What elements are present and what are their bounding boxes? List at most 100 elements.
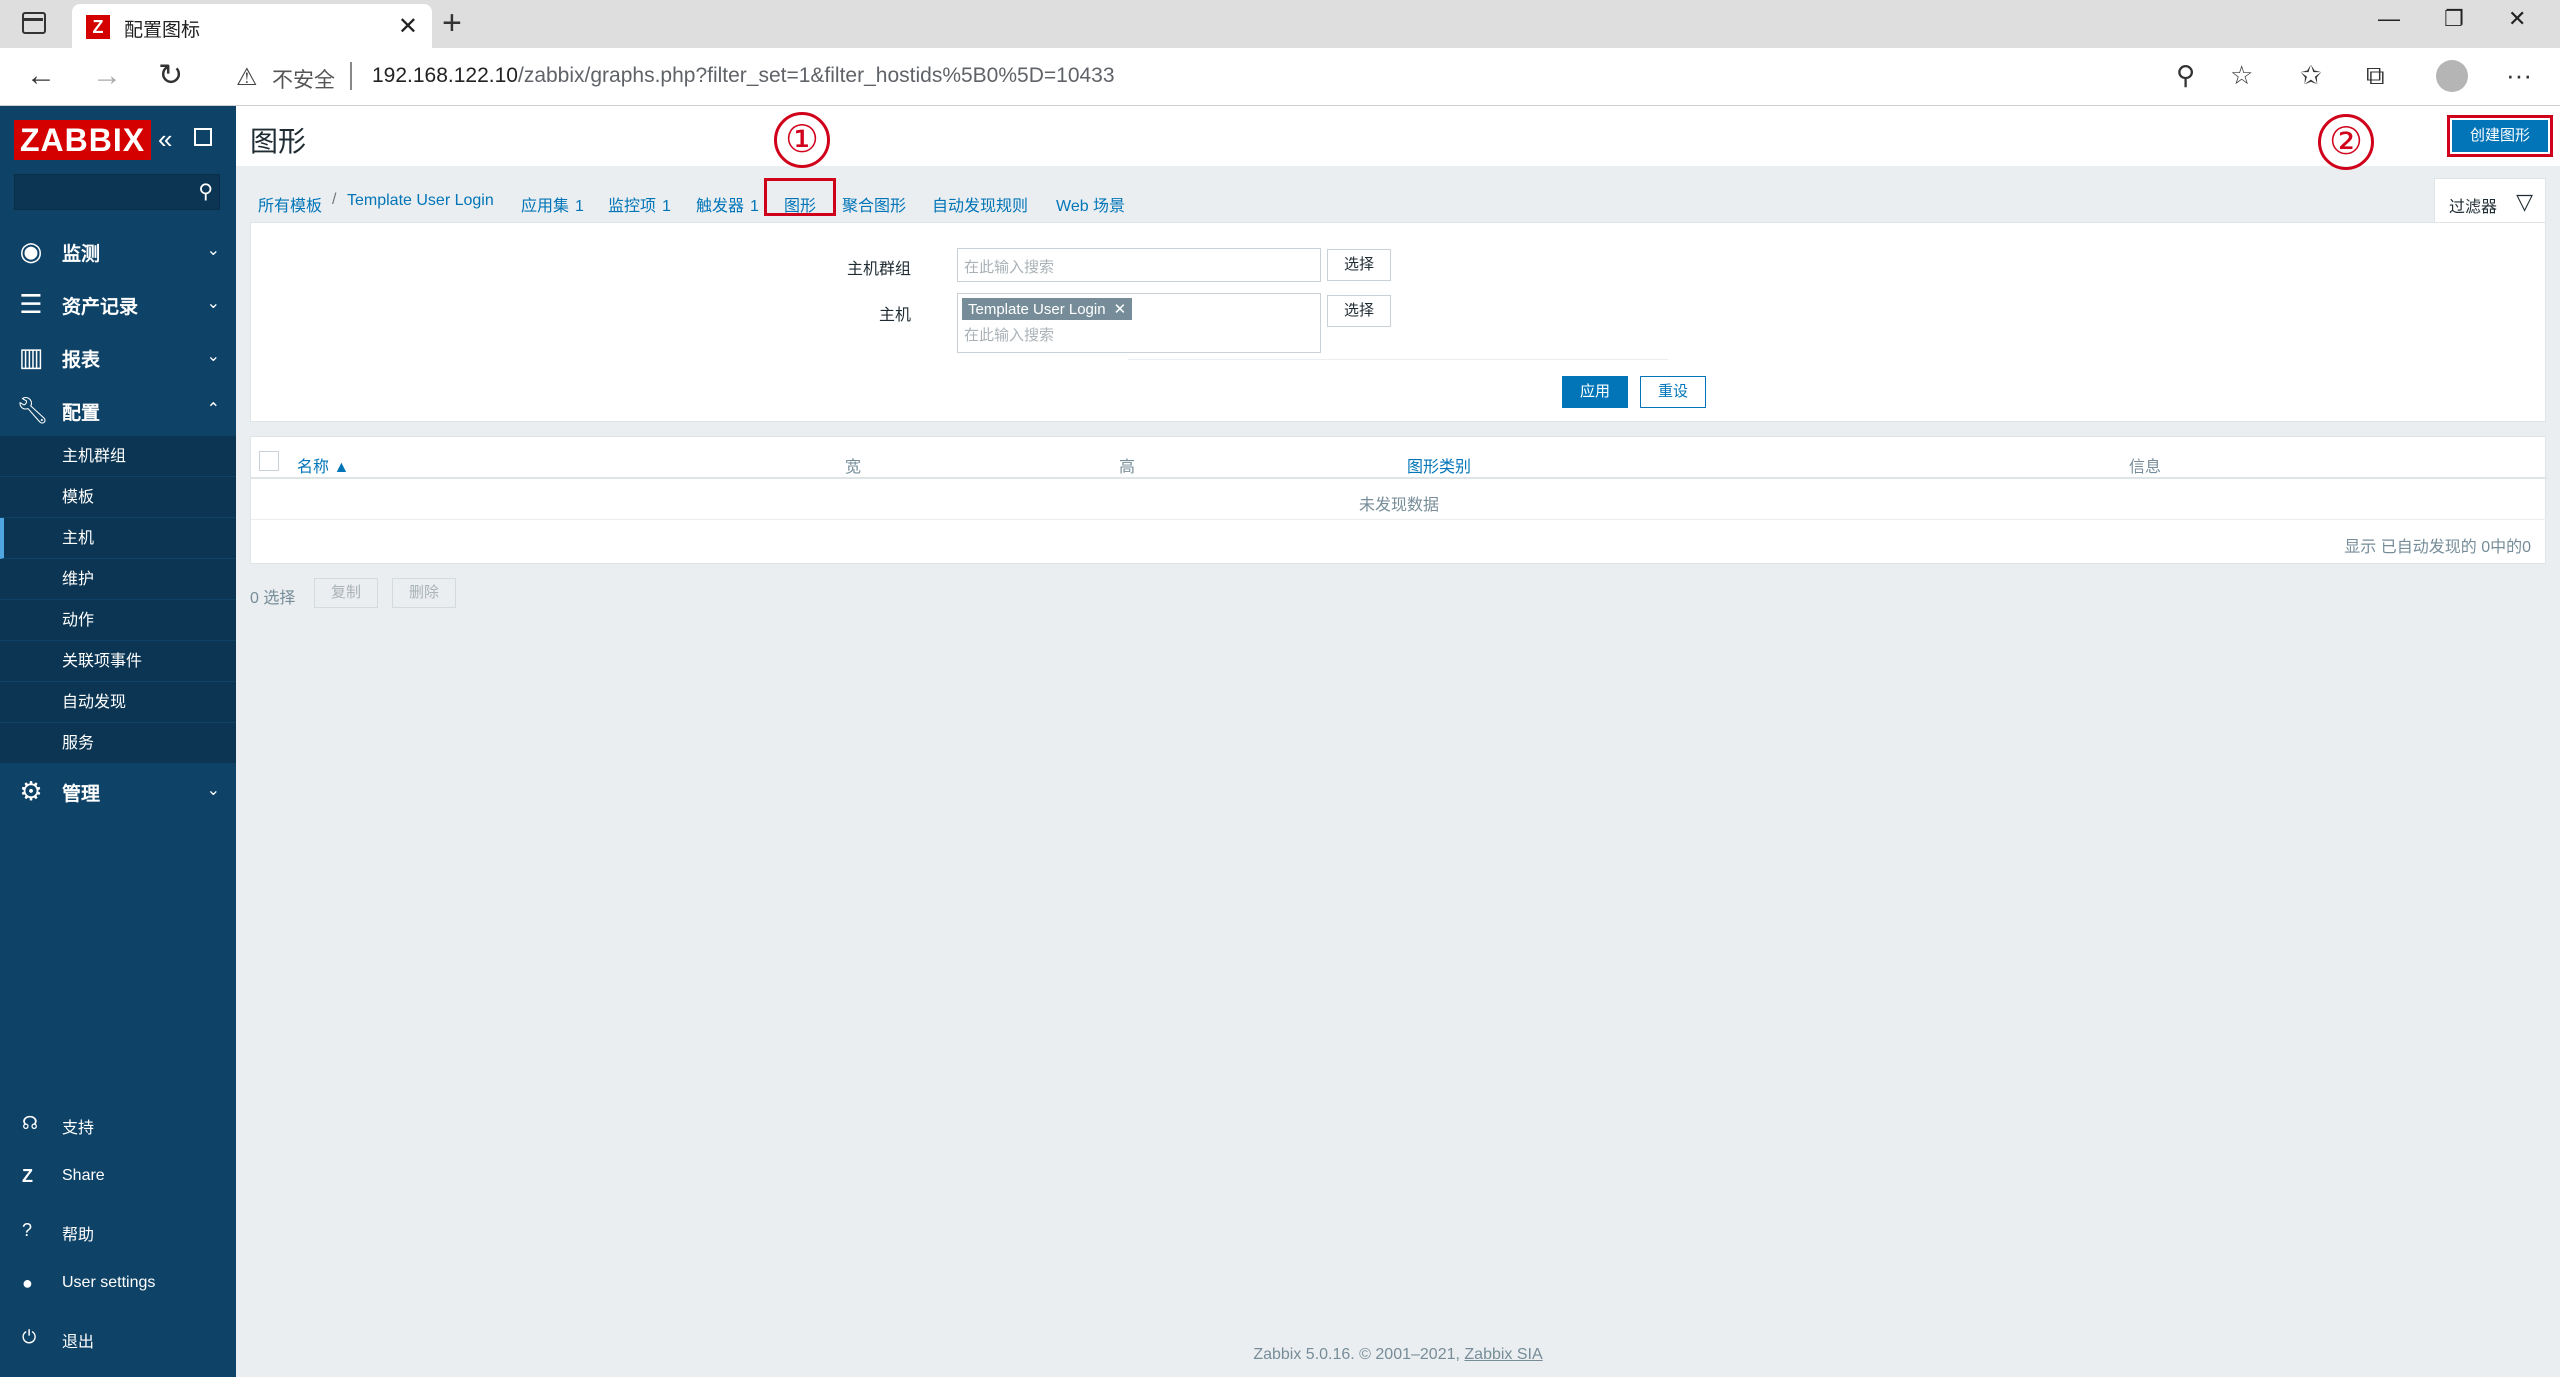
- sidebar-bottom-label: 帮助: [62, 1227, 95, 1244]
- sidebar-bottom-label: User settings: [62, 1274, 156, 1291]
- sidebar-signout[interactable]: ⏻ 退出: [0, 1317, 236, 1357]
- favorites-icon[interactable]: ✩: [2300, 60, 2322, 91]
- kiosk-mode-icon[interactable]: [194, 128, 212, 146]
- footer-link[interactable]: Zabbix SIA: [1464, 1346, 1542, 1363]
- eye-icon: ◉: [19, 236, 43, 266]
- url-host: 192.168.122.10: [372, 64, 518, 87]
- reset-button[interactable]: 重设: [1640, 376, 1706, 408]
- sidebar-share[interactable]: Z Share: [0, 1156, 236, 1196]
- collections-icon[interactable]: ⧉: [2366, 60, 2385, 92]
- column-width: 宽: [845, 459, 862, 476]
- graphs-table: 名称 ▲ 宽 高 图形类别 信息 未发现数据 显示 已自动发现的 0中的0: [250, 436, 2547, 564]
- menu-administration[interactable]: ⚙ 管理 ⌄: [0, 764, 236, 816]
- host-group-select-button[interactable]: 选择: [1327, 249, 1391, 281]
- browser-tab[interactable]: Z 配置图标 ✕: [72, 4, 432, 48]
- user-icon: ●: [22, 1273, 33, 1293]
- browser-tabbar: Z 配置图标 ✕ + — ❐ ✕: [0, 0, 2560, 48]
- tab-discovery-rules[interactable]: 自动发现规则: [932, 192, 1028, 216]
- tab-count: 1: [575, 198, 584, 215]
- gear-icon: ⚙: [19, 776, 43, 806]
- tab-web-scenarios[interactable]: Web 场景: [1056, 192, 1125, 216]
- submenu-actions[interactable]: 动作: [0, 600, 236, 641]
- menu-reports[interactable]: ▥ 报表 ⌄: [0, 330, 236, 382]
- zabbix-logo[interactable]: ZABBIX: [14, 120, 152, 160]
- warning-icon[interactable]: ⚠: [236, 63, 258, 92]
- menu-label: 资产记录: [62, 297, 139, 318]
- minimize-icon[interactable]: —: [2378, 6, 2400, 32]
- submenu-maintenance[interactable]: 维护: [0, 559, 236, 600]
- tab-label: 触发器: [696, 198, 745, 215]
- forward-icon[interactable]: →: [92, 58, 122, 94]
- submenu-host-groups[interactable]: 主机群组: [0, 436, 236, 477]
- sidebar-help[interactable]: ? 帮助: [0, 1210, 236, 1250]
- create-button-highlight: [2447, 115, 2553, 157]
- configuration-submenu: 主机群组 模板 主机 维护 动作 关联项事件 自动发现 服务: [0, 436, 236, 764]
- share-z-icon: Z: [22, 1166, 33, 1186]
- tab-actions-icon[interactable]: [22, 12, 46, 34]
- profile-avatar-icon[interactable]: [2436, 60, 2468, 92]
- sidebar-bottom-label: 支持: [62, 1120, 95, 1137]
- filter-funnel-icon: ▽: [2516, 189, 2533, 214]
- crumb-all-templates[interactable]: 所有模板: [258, 192, 322, 216]
- submenu-templates[interactable]: 模板: [0, 477, 236, 518]
- crumb-separator: /: [332, 191, 337, 208]
- sidebar-bottom-label: Share: [62, 1167, 105, 1184]
- submenu-services[interactable]: 服务: [0, 723, 236, 764]
- submenu-discovery[interactable]: 自动发现: [0, 682, 236, 723]
- copy-button[interactable]: 复制: [314, 578, 378, 608]
- tab-title: 配置图标: [124, 20, 201, 41]
- restore-icon[interactable]: ❐: [2444, 6, 2464, 32]
- select-all-checkbox[interactable]: [259, 451, 279, 471]
- host-group-placeholder: 在此输入搜索: [964, 259, 1055, 276]
- sidebar-user-settings[interactable]: ● User settings: [0, 1263, 236, 1303]
- zoom-icon[interactable]: ⚲: [2176, 60, 2195, 91]
- tab-applications[interactable]: 应用集 1: [521, 192, 584, 216]
- sidebar-bottom-label: 退出: [62, 1334, 95, 1351]
- footer-text: Zabbix 5.0.16. © 2001–2021,: [1253, 1346, 1465, 1363]
- filter-tab[interactable]: 过滤器 ▽: [2434, 178, 2546, 222]
- list-icon: ☰: [19, 289, 43, 319]
- host-group-input[interactable]: 在此输入搜索: [957, 248, 1321, 282]
- insecure-label[interactable]: 不安全: [272, 64, 335, 94]
- tab-items[interactable]: 监控项 1: [608, 192, 671, 216]
- new-tab-icon[interactable]: +: [442, 4, 462, 43]
- menu-monitoring[interactable]: ◉ 监测 ⌄: [0, 224, 236, 276]
- close-tab-icon[interactable]: ✕: [398, 12, 418, 41]
- collapse-sidebar-icon[interactable]: «: [158, 124, 172, 155]
- submenu-event-correlation[interactable]: 关联项事件: [0, 641, 236, 682]
- menu-configuration[interactable]: 🔧︎ 配置 ⌃: [0, 383, 236, 435]
- chevron-down-icon: ⌄: [206, 242, 220, 259]
- menu-label: 监测: [62, 244, 101, 265]
- remove-tag-icon[interactable]: ✕: [1114, 301, 1127, 318]
- menu-inventory[interactable]: ☰ 资产记录 ⌄: [0, 277, 236, 329]
- search-icon[interactable]: ⚲: [198, 179, 213, 204]
- browser-toolbar: ← → ↻ ⚠ 不安全 192.168.122.10/zabbix/graphs…: [0, 48, 2560, 106]
- sidebar-support[interactable]: ☊ 支持: [0, 1103, 236, 1143]
- crumb-template[interactable]: Template User Login: [347, 192, 494, 210]
- reload-icon[interactable]: ↻: [158, 58, 183, 94]
- filter-panel: 主机群组 在此输入搜索 选择 主机 Template User Login ✕ 在…: [250, 222, 2546, 422]
- submenu-hosts[interactable]: 主机: [0, 518, 236, 559]
- more-menu-icon[interactable]: ···: [2506, 60, 2532, 91]
- annotation-marker-2: ②: [2318, 114, 2374, 170]
- headset-icon: ☊: [22, 1113, 38, 1133]
- column-graph-type[interactable]: 图形类别: [1407, 453, 1471, 477]
- tab-screens[interactable]: 聚合图形: [842, 192, 906, 216]
- column-name[interactable]: 名称 ▲: [297, 453, 349, 477]
- selected-count: 0 选择: [250, 590, 296, 607]
- back-icon[interactable]: ←: [26, 58, 56, 94]
- close-window-icon[interactable]: ✕: [2508, 6, 2526, 32]
- add-favorite-icon[interactable]: ☆: [2230, 60, 2253, 91]
- chevron-up-icon: ⌃: [206, 401, 220, 418]
- wrench-icon: 🔧︎: [16, 395, 50, 425]
- apply-button[interactable]: 应用: [1562, 376, 1628, 408]
- graphs-tab-highlight: [764, 178, 836, 216]
- host-input[interactable]: Template User Login ✕ 在此输入搜索: [957, 293, 1321, 353]
- menu-label: 报表: [62, 350, 101, 371]
- tab-triggers[interactable]: 触发器 1: [696, 192, 759, 216]
- delete-button[interactable]: 删除: [392, 578, 456, 608]
- host-select-button[interactable]: 选择: [1327, 295, 1391, 327]
- tab-label: 监控项: [608, 198, 657, 215]
- address-input[interactable]: 192.168.122.10/zabbix/graphs.php?filter_…: [372, 64, 1115, 88]
- sidebar-search-input[interactable]: ⚲: [14, 174, 220, 210]
